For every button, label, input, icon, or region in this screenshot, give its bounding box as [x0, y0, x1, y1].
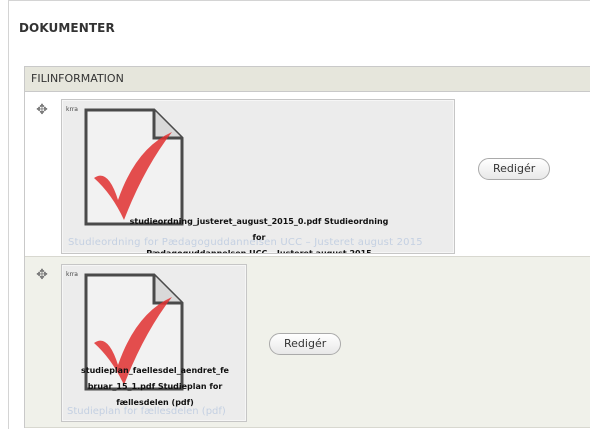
documents-panel: DOKUMENTER FILINFORMATION ✥ krra Studieo…	[8, 0, 590, 429]
file-table: FILINFORMATION ✥ krra Studieordning for …	[24, 66, 590, 428]
table-row: ✥ krra Studieordning for Pædagoguddannel…	[25, 92, 590, 257]
file-caption: studieordning_justeret_august_2015_0.pdf…	[124, 214, 394, 254]
caption-line: fællesdelen (pdf)	[116, 398, 194, 407]
section-title: DOKUMENTER	[19, 21, 115, 35]
caption-line: bruar_15_1.pdf Studieplan for	[87, 382, 223, 391]
caption-line: Pædagoguddannelsen UCC – Justeret august…	[146, 249, 372, 254]
file-caption: studieplan_faellesdel_aendret_fe bruar_1…	[70, 363, 240, 411]
edit-button[interactable]: Redigér	[269, 333, 342, 355]
icon-label: krra	[66, 106, 78, 113]
table-row: ✥ krra Studieplan for fællesdelen (pdf) …	[25, 257, 590, 428]
drag-handle-icon[interactable]: ✥	[34, 102, 50, 118]
icon-label: krra	[66, 271, 78, 278]
edit-button[interactable]: Redigér	[478, 158, 551, 180]
file-thumbnail: krra Studieplan for fællesdelen (pdf) st…	[61, 264, 247, 422]
caption-line: studieordning_justeret_august_2015_0.pdf…	[129, 217, 389, 242]
pdf-file-icon	[84, 108, 184, 226]
table-header: FILINFORMATION	[25, 67, 590, 92]
drag-handle-icon[interactable]: ✥	[34, 267, 50, 283]
caption-line: studieplan_faellesdel_aendret_fe	[81, 366, 229, 375]
file-thumbnail: krra Studieordning for Pædagoguddannelse…	[61, 99, 455, 254]
